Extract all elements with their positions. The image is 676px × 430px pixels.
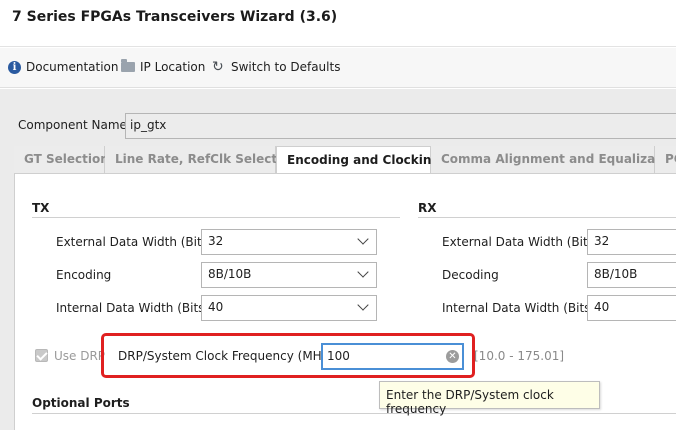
rx-ext-width-label: External Data Width (Bits) — [442, 235, 599, 249]
tx-encoding-label: Encoding — [56, 268, 112, 282]
rx-heading: RX — [418, 201, 437, 215]
ip-location-button[interactable]: IP Location — [121, 59, 206, 74]
rx-int-width-value: 40 — [594, 300, 610, 314]
folder-icon — [121, 59, 135, 72]
tx-ext-width-value: 32 — [208, 234, 224, 248]
tx-divider — [32, 217, 400, 218]
ip-location-label: IP Location — [140, 60, 206, 74]
tab-encoding-clocking[interactable]: Encoding and Clocking — [276, 146, 440, 174]
rx-decoding-label: Decoding — [442, 268, 499, 282]
tab-gt-selection[interactable]: GT Selection — [14, 146, 109, 174]
component-name-label: Component Name — [18, 118, 127, 132]
use-drp-checkbox[interactable] — [35, 349, 48, 362]
switch-defaults-label: Switch to Defaults — [231, 60, 341, 74]
rx-decoding-value: 8B/10B — [594, 267, 638, 281]
tab-bar: GT Selection Line Rate, RefClk Selection… — [14, 146, 676, 174]
documentation-label: Documentation — [26, 60, 119, 74]
tab-pc[interactable]: PC — [655, 146, 676, 174]
rx-decoding-select[interactable]: 8B/10B — [587, 262, 676, 288]
info-icon: i — [8, 60, 21, 74]
chevron-down-icon — [357, 299, 369, 311]
drp-freq-input[interactable]: 100 — [321, 343, 464, 370]
drp-range-hint: [10.0 - 175.01] — [474, 349, 565, 363]
rx-ext-width-value: 32 — [594, 234, 610, 248]
rx-int-width-label: Internal Data Width (Bits) — [442, 301, 596, 315]
tx-int-width-value: 40 — [208, 300, 224, 314]
use-drp-label: Use DRP — [54, 349, 106, 363]
rx-divider — [418, 217, 676, 218]
tx-ext-width-label: External Data Width (Bits) — [56, 235, 213, 249]
tx-int-width-label: Internal Data Width (Bits) — [56, 301, 210, 315]
tx-int-width-select[interactable]: 40 — [201, 295, 377, 321]
drp-tooltip: Enter the DRP/System clock frequency — [379, 381, 600, 416]
tx-heading: TX — [32, 201, 50, 215]
chevron-down-icon — [357, 233, 369, 245]
tx-ext-width-select[interactable]: 32 — [201, 229, 377, 255]
rx-ext-width-select[interactable]: 32 — [587, 229, 676, 255]
tx-encoding-select[interactable]: 8B/10B — [201, 262, 377, 288]
drp-freq-label: DRP/System Clock Frequency (MHz) — [118, 349, 333, 363]
tab-comma-alignment[interactable]: Comma Alignment and Equalization — [431, 146, 676, 174]
clear-icon[interactable]: ✕ — [446, 350, 459, 363]
tab-line-rate[interactable]: Line Rate, RefClk Selection — [105, 146, 298, 174]
title-bar: 7 Series FPGAs Transceivers Wizard (3.6) — [0, 0, 676, 47]
switch-defaults-button[interactable]: ↻ Switch to Defaults — [212, 60, 340, 74]
chevron-down-icon — [357, 266, 369, 278]
toolbar: i Documentation IP Location ↻ Switch to … — [0, 48, 676, 88]
optional-ports-divider — [32, 413, 676, 414]
rx-int-width-select[interactable]: 40 — [587, 295, 676, 321]
tx-encoding-value: 8B/10B — [208, 267, 252, 281]
refresh-icon: ↻ — [212, 59, 224, 75]
documentation-button[interactable]: i Documentation — [8, 60, 119, 74]
component-name-input[interactable]: ip_gtx — [125, 113, 676, 139]
window-title: 7 Series FPGAs Transceivers Wizard (3.6) — [12, 9, 338, 25]
optional-ports-heading: Optional Ports — [32, 396, 130, 410]
